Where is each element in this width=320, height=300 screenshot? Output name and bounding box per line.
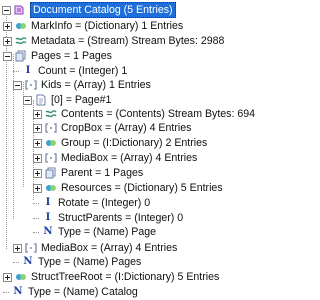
expand-toggle[interactable] bbox=[3, 36, 12, 46]
tree-node-label: MarkInfo = (Dictionary) 1 Entries bbox=[31, 20, 184, 32]
tree-node-label: Kids = (Array) 1 Entries bbox=[41, 79, 151, 91]
expand-toggle[interactable] bbox=[3, 272, 12, 282]
dictionary-icon bbox=[15, 20, 27, 32]
tree-node-label: MediaBox = (Array) 4 Entries bbox=[61, 152, 198, 164]
tree-node-label: Count = (Integer) 1 bbox=[38, 65, 128, 77]
tree-branch bbox=[33, 231, 39, 233]
tree-node-markinfo[interactable]: MarkInfo = (Dictionary) 1 Entries bbox=[3, 18, 183, 34]
tree-node-label: Type = (Name) Catalog bbox=[28, 286, 138, 298]
tree-node-label: Contents = (Contents) Stream Bytes: 694 bbox=[61, 108, 256, 120]
expand-toggle[interactable] bbox=[13, 243, 22, 253]
tree-node-kids[interactable]: Kids = (Array) 1 Entries bbox=[13, 77, 151, 93]
name-icon: N bbox=[23, 256, 33, 267]
array-icon bbox=[45, 122, 57, 134]
tree-node-label: Type = (Name) Pages bbox=[38, 256, 142, 268]
tree-branch bbox=[3, 291, 9, 293]
expand-toggle[interactable] bbox=[33, 123, 42, 133]
collapse-toggle[interactable] bbox=[13, 80, 22, 90]
tree-node-label: Metadata = (Stream) Stream Bytes: 2988 bbox=[31, 35, 225, 47]
tree-node-label: StructTreeRoot = (I:Dictionary) 5 Entrie… bbox=[31, 271, 220, 283]
tree-node-document-catalog[interactable]: Document Catalog (5 Entries) bbox=[2, 2, 176, 18]
tree-node-label: [0] = Page#1 bbox=[51, 94, 112, 106]
tree-node-mediabox[interactable]: MediaBox = (Array) 4 Entries bbox=[33, 150, 197, 166]
pages-icon bbox=[45, 167, 57, 179]
tree-node-structtreeroot[interactable]: StructTreeRoot = (I:Dictionary) 5 Entrie… bbox=[3, 269, 219, 285]
tree-node-rotate[interactable]: I Rotate = (Integer) 0 bbox=[33, 195, 150, 211]
tree-node-type-catalog[interactable]: N Type = (Name) Catalog bbox=[3, 284, 138, 300]
tree-node-label: StructParents = (Integer) 0 bbox=[58, 212, 184, 224]
tree-node-label: Rotate = (Integer) 0 bbox=[58, 197, 151, 209]
expand-toggle[interactable] bbox=[3, 21, 12, 31]
dictionary-icon bbox=[45, 137, 57, 149]
integer-icon: I bbox=[45, 212, 51, 223]
expand-toggle[interactable] bbox=[33, 109, 42, 119]
integer-icon: I bbox=[45, 197, 51, 208]
tree-branch bbox=[13, 261, 19, 263]
tree-node-label: Parent = 1 Pages bbox=[61, 167, 144, 179]
tree-node-metadata[interactable]: Metadata = (Stream) Stream Bytes: 2988 bbox=[3, 33, 224, 49]
tree-node-parent[interactable]: Parent = 1 Pages bbox=[33, 165, 143, 181]
tree-node-cropbox[interactable]: CropBox = (Array) 4 Entries bbox=[33, 120, 191, 136]
name-icon: N bbox=[43, 226, 53, 237]
expand-toggle[interactable] bbox=[33, 153, 42, 163]
tree-node-pages[interactable]: Pages = 1 Pages bbox=[3, 48, 112, 64]
document-tree: Document Catalog (5 Entries) MarkInfo = … bbox=[0, 0, 256, 300]
tree-node-label: CropBox = (Array) 4 Entries bbox=[61, 122, 192, 134]
expand-toggle[interactable] bbox=[33, 168, 42, 178]
collapse-toggle[interactable] bbox=[3, 51, 12, 61]
page-icon bbox=[35, 94, 47, 106]
tree-branch bbox=[33, 202, 39, 204]
document-catalog-icon bbox=[14, 4, 26, 16]
array-icon bbox=[25, 242, 37, 254]
tree-node-label: Type = (Name) Page bbox=[58, 226, 157, 238]
array-icon bbox=[45, 152, 57, 164]
stream-icon bbox=[45, 108, 57, 120]
tree-node-group[interactable]: Group = (I:Dictionary) 2 Entries bbox=[33, 135, 207, 151]
collapse-toggle[interactable] bbox=[23, 95, 32, 105]
expand-toggle[interactable] bbox=[33, 138, 42, 148]
tree-node-label: Group = (I:Dictionary) 2 Entries bbox=[61, 137, 208, 149]
dictionary-icon bbox=[45, 182, 57, 194]
dictionary-icon bbox=[15, 271, 27, 283]
array-icon bbox=[25, 79, 37, 91]
name-icon: N bbox=[13, 286, 23, 297]
tree-node-type-page[interactable]: N Type = (Name) Page bbox=[33, 224, 156, 240]
tree-node-type-pages[interactable]: N Type = (Name) Pages bbox=[13, 254, 141, 270]
integer-icon: I bbox=[25, 65, 31, 76]
tree-node-label: Resources = (Dictionary) 5 Entries bbox=[61, 182, 223, 194]
collapse-toggle[interactable] bbox=[2, 5, 11, 15]
tree-node-label: MediaBox = (Array) 4 Entries bbox=[41, 242, 178, 254]
tree-branch bbox=[13, 70, 19, 72]
tree-node-label: Document Catalog (5 Entries) bbox=[30, 2, 176, 18]
pages-icon bbox=[15, 50, 27, 62]
tree-branch bbox=[33, 217, 39, 219]
tree-node-label: Pages = 1 Pages bbox=[31, 50, 112, 62]
stream-icon bbox=[15, 35, 27, 47]
expand-toggle[interactable] bbox=[33, 183, 42, 193]
tree-node-resources[interactable]: Resources = (Dictionary) 5 Entries bbox=[33, 180, 223, 196]
